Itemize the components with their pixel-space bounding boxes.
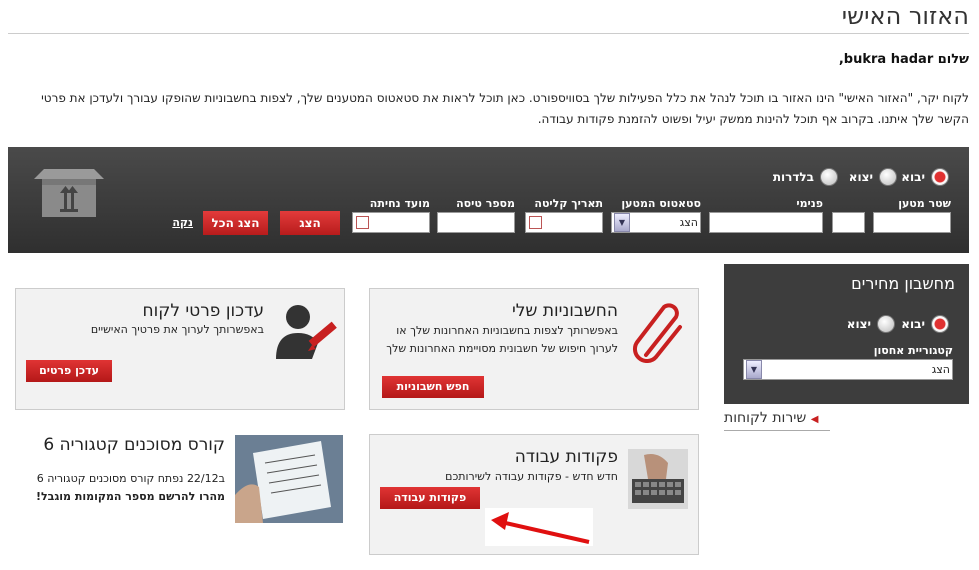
course-promo: קורס מסוכנים קטגוריה 6 ב22/12 נפתח קורס … — [15, 434, 345, 544]
calendar-icon[interactable] — [356, 216, 369, 229]
title-divider — [8, 33, 969, 34]
status-select-value: הצג — [679, 216, 698, 229]
radio-export-button[interactable] — [879, 168, 897, 186]
package-icon — [34, 169, 104, 217]
course-photo — [235, 435, 343, 523]
work-orders-button[interactable]: פקודות עבודה — [380, 487, 480, 509]
calc-radio-export-button[interactable] — [877, 315, 895, 333]
flight-number-label: מספר טיסה — [456, 197, 515, 210]
shipment-doc-input[interactable] — [873, 212, 951, 233]
radio-import[interactable]: יבוא — [901, 168, 949, 186]
radio-import-label: יבוא — [901, 170, 925, 184]
greeting: שלום bukra hadar, — [838, 52, 969, 67]
arrow-annotation — [485, 508, 593, 546]
update-details-title: עדכון פרטי לקוח — [142, 301, 264, 321]
calc-radio-export-label: יצוא — [846, 317, 871, 331]
shipment-doc-prefix-input[interactable] — [832, 212, 865, 233]
invoices-text: באפשרותך לצפות בחשבוניות האחרונות שלך או… — [386, 324, 618, 355]
course-line-2: מהרו להרשם מספר המקומות מוגבל! — [35, 490, 225, 503]
clear-link[interactable]: נקה — [172, 216, 193, 229]
customer-service-underline — [724, 430, 830, 431]
work-orders-title: פקודות עבודה — [514, 447, 618, 467]
storage-category-select[interactable]: הצג ▼ — [743, 359, 953, 380]
update-details-card: עדכון פרטי לקוח באפשרותך לערוך את פרטיך … — [15, 288, 345, 410]
calc-radio-export[interactable]: יצוא — [847, 315, 895, 333]
receipt-date-label: תאריך קליטה — [534, 197, 603, 210]
show-all-button[interactable]: הצג הכל — [203, 211, 268, 235]
internal-label: פנימי — [796, 197, 823, 210]
caret-left-icon: ◀ — [810, 414, 819, 425]
update-details-button[interactable]: עדכן פרטים — [26, 360, 112, 382]
chevron-down-icon[interactable]: ▼ — [614, 213, 630, 232]
show-button[interactable]: הצג — [280, 211, 340, 235]
storage-category-value: הצג — [931, 363, 950, 376]
status-label: סטאטוס המטען — [621, 197, 701, 210]
search-invoices-button[interactable]: חפש חשבוניות — [382, 376, 484, 398]
internal-input[interactable] — [709, 212, 823, 233]
course-title: קורס מסוכנים קטגוריה 6 — [43, 435, 225, 455]
paperclip-icon — [632, 303, 682, 363]
keyboard-photo — [628, 449, 688, 509]
storage-category-label: קטגוריית אחסון — [873, 344, 953, 357]
calendar-icon[interactable] — [529, 216, 542, 229]
invoices-title: החשבוניות שלי — [511, 301, 618, 321]
chevron-down-icon[interactable]: ▼ — [746, 360, 762, 379]
invoices-card: החשבוניות שלי באפשרותך לצפות בחשבוניות ה… — [369, 288, 699, 410]
price-calculator-panel: מחשבון מחירים יבוא יצוא קטגוריית אחסון ה… — [724, 264, 969, 404]
price-calculator-title: מחשבון מחירים — [851, 274, 955, 293]
intro-text: לקוח יקר, "האזור האישי" הינו האזור בו תו… — [41, 91, 969, 126]
landing-date-label: מועד נחיתה — [369, 197, 430, 210]
landing-date-input[interactable] — [352, 212, 430, 233]
radio-couriers-button[interactable] — [820, 168, 838, 186]
flight-number-input[interactable] — [437, 212, 515, 233]
course-line-1: ב22/12 נפתח קורס מסוכנים קטגוריה 6 — [36, 472, 225, 485]
status-select[interactable]: הצג ▼ — [611, 212, 701, 233]
update-details-text: באפשרותך לערוך את פרטיך האישיים — [90, 323, 264, 336]
work-orders-text: חדש חדש - פקודות עבודה לשירותכם — [445, 470, 618, 483]
calc-radio-import[interactable]: יבוא — [901, 315, 949, 333]
page-title: האזור האישי — [841, 2, 969, 30]
radio-export[interactable]: יצוא — [849, 168, 897, 186]
shipment-search-panel: יבוא יצוא בלדרות שטר מטען פנימי סטאטוס ה… — [8, 147, 969, 253]
calc-radio-import-button[interactable] — [931, 315, 949, 333]
customer-service-label: שירות לקוחות — [724, 410, 807, 426]
customer-service-link[interactable]: ◀ שירות לקוחות — [724, 410, 818, 426]
radio-couriers-label: בלדרות — [772, 170, 814, 184]
radio-export-label: יצוא — [848, 170, 873, 184]
red-arrow-icon — [491, 512, 590, 544]
receipt-date-input[interactable] — [525, 212, 603, 233]
radio-import-button[interactable] — [931, 168, 949, 186]
radio-couriers[interactable]: בלדרות — [773, 168, 838, 186]
calc-radio-import-label: יבוא — [901, 317, 925, 331]
user-edit-icon — [276, 305, 337, 359]
shipment-doc-label: שטר מטען — [898, 197, 951, 210]
